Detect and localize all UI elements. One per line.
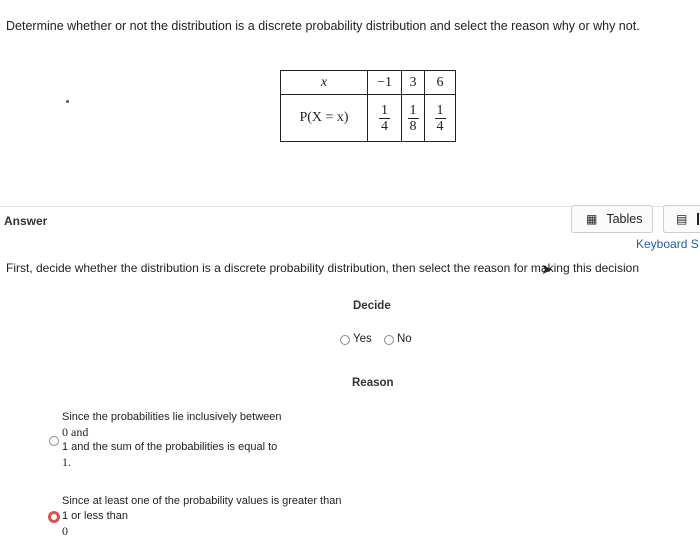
probability-cell: 1 4 [424,94,456,142]
table-grid-icon: ▦ [586,212,598,226]
tables-button-label: Tables [606,212,643,226]
reason-heading: Reason [352,377,394,389]
decide-no-radio[interactable] [384,335,394,345]
calculator-button[interactable]: ▤ [663,205,700,233]
table-row-probability: P(X = x) 1 4 1 8 1 4 [280,94,456,142]
row-label-probability: P(X = x) [280,94,368,142]
question-text: Determine whether or not the distributio… [6,19,640,33]
probability-cell: 1 8 [401,94,425,142]
calculator-label-fragment [697,213,700,225]
decide-yes-radio[interactable] [340,335,350,345]
keyboard-shortcuts-link[interactable]: Keyboard S [636,237,699,251]
decide-no-label[interactable]: No [397,333,412,345]
decide-yes-label[interactable]: Yes [353,333,372,345]
x-value: 6 [424,70,456,95]
distribution-table: x −1 3 6 P(X = x) 1 4 1 8 1 4 [280,70,456,142]
decide-heading: Decide [353,300,391,312]
row-label-x: x [280,70,368,95]
answer-label: Answer [4,214,48,228]
mouse-cursor-icon: ➤ [541,261,553,277]
x-value: −1 [367,70,402,95]
tables-button[interactable]: ▦ Tables [571,205,653,233]
x-value: 3 [401,70,425,95]
decorative-dot [66,100,69,103]
calculator-icon: ▤ [676,212,688,226]
fraction: 1 4 [379,102,390,134]
reason-option-1-text[interactable]: Since the probabilities lie inclusively … [62,410,282,470]
reason-option-1-radio[interactable] [49,436,59,446]
reason-option-2-radio-selected[interactable] [48,511,60,523]
table-row-x: x −1 3 6 [280,70,456,95]
fraction: 1 4 [434,102,446,134]
probability-cell: 1 4 [367,94,402,142]
fraction: 1 8 [407,102,419,134]
reason-option-2-text[interactable]: Since at least one of the probability va… [62,494,341,539]
